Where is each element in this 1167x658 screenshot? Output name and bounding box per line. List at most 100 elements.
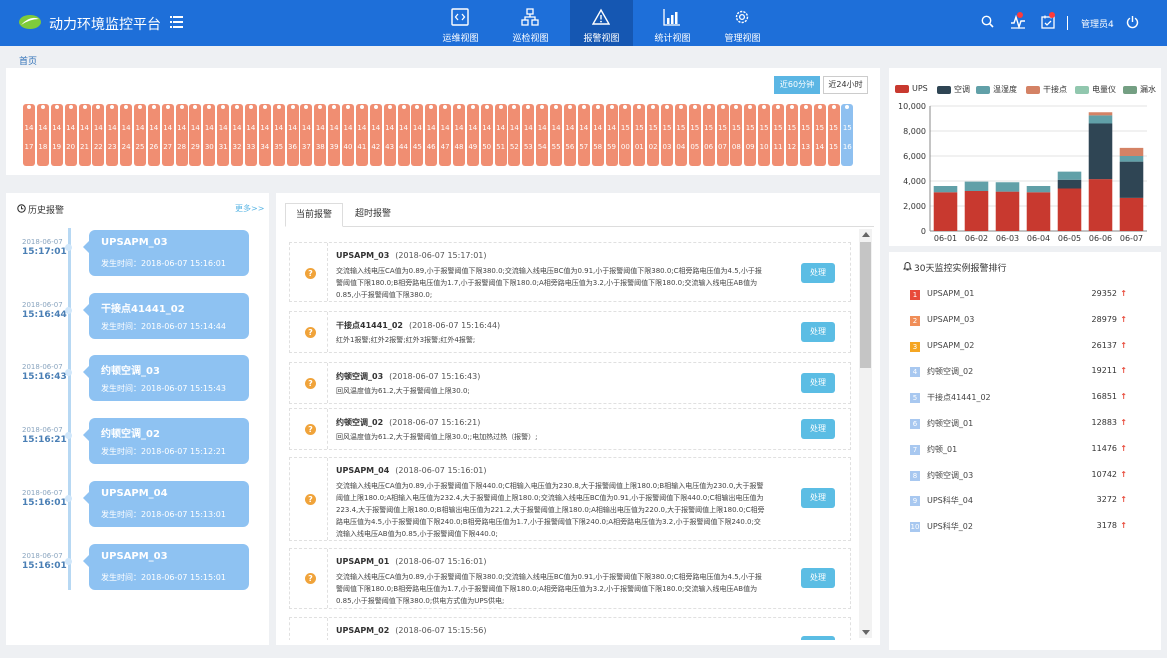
history-card[interactable]: 干接点41441_02 发生时间：2018-06-07 15:14:44 <box>83 293 249 339</box>
minute-tick[interactable]: 14 57 <box>577 104 590 166</box>
minute-tick[interactable]: 15 00 <box>619 104 632 166</box>
minute-tick[interactable]: 15 12 <box>785 104 798 166</box>
history-card[interactable]: UPSAPM_03 发生时间：2018-06-07 15:15:01 <box>83 544 249 590</box>
minute-tick[interactable]: 14 55 <box>550 104 563 166</box>
handle-button[interactable]: 处理 <box>801 636 835 640</box>
minute-tick[interactable]: 14 31 <box>217 104 230 166</box>
handle-button[interactable]: 处理 <box>801 419 835 439</box>
history-item[interactable]: 2018-06-07 15:17:01 UPSAPM_03 发生时间：2018-… <box>18 230 250 276</box>
alarm-scrollbar[interactable] <box>859 229 872 638</box>
ranking-row[interactable]: 8 约顿空调_03 10742 ↑ <box>910 470 1127 482</box>
minute-tick[interactable]: 15 02 <box>647 104 660 166</box>
legend-leak[interactable]: 漏水 <box>1123 84 1156 94</box>
legend-ups[interactable]: UPS <box>895 84 928 94</box>
handle-button[interactable]: 处理 <box>801 322 835 342</box>
minute-tick[interactable]: 14 22 <box>92 104 105 166</box>
history-card[interactable]: 约顿空调_02 发生时间：2018-06-07 15:12:21 <box>83 418 249 464</box>
minute-tick[interactable]: 14 39 <box>328 104 341 166</box>
minute-tick[interactable]: 15 01 <box>633 104 646 166</box>
minute-tick[interactable]: 14 46 <box>425 104 438 166</box>
menu-icon[interactable] <box>170 16 183 28</box>
minute-tick[interactable]: 14 56 <box>563 104 576 166</box>
minute-tick[interactable]: 14 44 <box>397 104 410 166</box>
history-item[interactable]: 2018-06-07 15:16:43 约顿空调_03 发生时间：2018-06… <box>18 355 250 401</box>
minute-tick[interactable]: 14 38 <box>314 104 327 166</box>
minute-tick[interactable]: 14 58 <box>591 104 604 166</box>
nav-alarm-view[interactable]: 报警视图 <box>570 0 633 46</box>
minute-tick[interactable]: 14 37 <box>300 104 313 166</box>
history-item[interactable]: 2018-06-07 15:16:01 UPSAPM_03 发生时间：2018-… <box>18 544 250 590</box>
minute-tick[interactable]: 14 40 <box>342 104 354 166</box>
history-item[interactable]: 2018-06-07 15:16:21 约顿空调_02 发生时间：2018-06… <box>18 418 250 464</box>
nav-inspection-view[interactable]: 巡检视图 <box>499 0 562 46</box>
ranking-row[interactable]: 9 UPS科华_04 3272 ↑ <box>910 495 1127 507</box>
nav-ops-view[interactable]: 运维视图 <box>429 0 492 46</box>
minute-tick[interactable]: 15 07 <box>716 104 729 166</box>
minute-tick[interactable]: 15 06 <box>702 104 715 166</box>
handle-button[interactable]: 处理 <box>801 568 835 588</box>
minute-tick[interactable]: 14 54 <box>536 104 549 166</box>
minute-tick[interactable]: 14 49 <box>466 104 479 166</box>
minute-tick[interactable]: 15 16 <box>841 104 854 166</box>
minute-tick[interactable]: 14 42 <box>369 104 382 166</box>
minute-tick[interactable]: 14 53 <box>522 104 535 166</box>
history-item[interactable]: 2018-06-07 15:16:44 干接点41441_02 发生时间：201… <box>18 293 250 339</box>
minute-tick[interactable]: 14 34 <box>258 104 271 166</box>
handle-button[interactable]: 处理 <box>801 373 835 393</box>
history-item[interactable]: 2018-06-07 15:16:01 UPSAPM_04 发生时间：2018-… <box>18 481 250 527</box>
minute-tick[interactable]: 14 18 <box>36 104 49 166</box>
search-icon[interactable] <box>981 15 994 28</box>
scroll-up-arrow-icon[interactable] <box>862 232 870 237</box>
minute-tick[interactable]: 14 24 <box>120 104 133 166</box>
minute-tick[interactable]: 14 21 <box>78 104 91 166</box>
tab-current-alarms[interactable]: 当前报警 <box>285 203 343 227</box>
ranking-row[interactable]: 7 约顿_01 11476 ↑ <box>910 444 1127 456</box>
minute-tick[interactable]: 15 15 <box>827 104 840 166</box>
handle-button[interactable]: 处理 <box>801 263 835 283</box>
minute-tick[interactable]: 14 19 <box>50 104 63 166</box>
minute-tick[interactable]: 15 05 <box>688 104 701 166</box>
user-name[interactable]: 管理员4 <box>1081 17 1114 30</box>
range-60min-button[interactable]: 近60分钟 <box>774 76 820 94</box>
minute-tick[interactable]: 14 29 <box>189 104 202 166</box>
minute-tick[interactable]: 14 25 <box>134 104 146 166</box>
handle-button[interactable]: 处理 <box>801 488 835 508</box>
minute-tick[interactable]: 15 14 <box>813 104 826 166</box>
history-card[interactable]: UPSAPM_03 发生时间：2018-06-07 15:16:01 <box>83 230 249 276</box>
history-card[interactable]: UPSAPM_04 发生时间：2018-06-07 15:13:01 <box>83 481 249 527</box>
ranking-row[interactable]: 5 干接点41441_02 16851 ↑ <box>910 392 1127 404</box>
range-24h-button[interactable]: 近24小时 <box>823 76 868 94</box>
ranking-row[interactable]: 2 UPSAPM_03 28979 ↑ <box>910 315 1127 327</box>
legend-dry-contact[interactable]: 干接点 <box>1026 84 1067 94</box>
minute-tick[interactable]: 14 43 <box>383 104 396 166</box>
minute-tick[interactable]: 14 51 <box>494 104 507 166</box>
minute-tick[interactable]: 15 04 <box>674 104 687 166</box>
minute-tick[interactable]: 14 17 <box>23 104 35 166</box>
minute-tick[interactable]: 14 45 <box>411 104 424 166</box>
legend-power-meter[interactable]: 电量仪 <box>1075 84 1116 94</box>
minute-tick[interactable]: 14 28 <box>175 104 188 166</box>
minute-tick[interactable]: 14 20 <box>64 104 77 166</box>
history-more-link[interactable]: 更多>> <box>235 203 264 214</box>
ranking-row[interactable]: 4 约顿空调_02 19211 ↑ <box>910 366 1127 378</box>
legend-aircon[interactable]: 空调 <box>937 84 970 94</box>
minute-tick[interactable]: 15 09 <box>744 104 757 166</box>
scroll-down-arrow-icon[interactable] <box>862 630 870 635</box>
minute-tick[interactable]: 15 10 <box>758 104 771 166</box>
minute-tick[interactable]: 14 47 <box>439 104 452 166</box>
minute-tick[interactable]: 15 03 <box>661 104 673 166</box>
ranking-row[interactable]: 3 UPSAPM_02 26137 ↑ <box>910 341 1127 353</box>
legend-temp-humidity[interactable]: 温湿度 <box>976 84 1017 94</box>
minute-tick[interactable]: 14 52 <box>508 104 521 166</box>
minute-tick[interactable]: 14 41 <box>355 104 368 166</box>
minute-tick[interactable]: 15 11 <box>772 104 784 166</box>
history-card[interactable]: 约顿空调_03 发生时间：2018-06-07 15:15:43 <box>83 355 249 401</box>
tab-timeout-alarms[interactable]: 超时报警 <box>346 203 400 227</box>
nav-stats-view[interactable]: 统计视图 <box>641 0 704 46</box>
breadcrumb-home[interactable]: 首页 <box>19 54 37 67</box>
minute-tick[interactable]: 14 35 <box>272 104 285 166</box>
ranking-row[interactable]: 1 UPSAPM_01 29352 ↑ <box>910 289 1127 301</box>
minute-tick[interactable]: 14 33 <box>244 104 257 166</box>
nav-admin-view[interactable]: 管理视图 <box>711 0 774 46</box>
minute-tick[interactable]: 14 26 <box>147 104 160 166</box>
